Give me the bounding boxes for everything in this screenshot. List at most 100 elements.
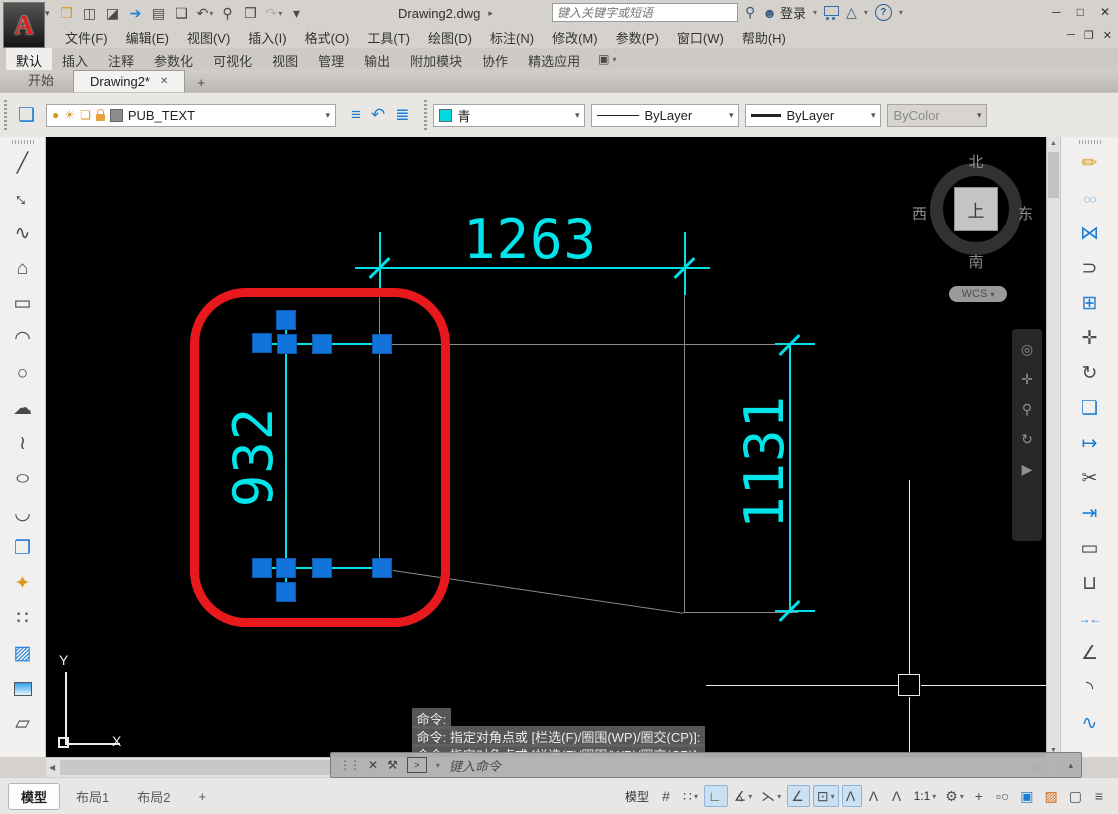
viewcube-west-label[interactable]: 西 [912, 203, 927, 224]
spline-tool[interactable]: ≀ [6, 426, 40, 461]
hatch-tool[interactable]: ▨ [6, 636, 40, 671]
search-icon[interactable]: ⚲ [745, 4, 755, 21]
command-customize-wrench-icon[interactable]: ⚒ [387, 758, 398, 772]
ribbon-display-options-button[interactable]: ▣ ▾ [590, 48, 624, 70]
mirror-tool[interactable]: ⋈ [1073, 216, 1107, 251]
lineweight-dropdown[interactable]: ByLayer ▾ [745, 104, 881, 127]
layer-properties-icon[interactable]: ≣ [395, 105, 409, 125]
menu-window[interactable]: 窗口(W) [668, 28, 733, 47]
menu-insert[interactable]: 插入(I) [239, 28, 295, 47]
viewcube-top-face[interactable]: 上 [954, 187, 998, 231]
hardware-acceleration-icon[interactable]: ▣ [1017, 785, 1038, 807]
tab-drawing2[interactable]: Drawing2* ✕ [73, 70, 185, 92]
layer-dropdown[interactable]: ● ☀ ❏ PUB_TEXT ▾ [46, 104, 336, 127]
maximize-button[interactable]: □ [1077, 5, 1084, 19]
fillet-tool[interactable]: ◝ [1073, 671, 1107, 706]
scale-tool[interactable]: ❏ [1073, 391, 1107, 426]
grip[interactable] [372, 558, 392, 578]
join-tool[interactable]: →← [1073, 601, 1107, 636]
viewcube-east-label[interactable]: 东 [1018, 203, 1033, 224]
doc-restore-button[interactable]: ❐ [1084, 29, 1094, 42]
graphics-performance-icon[interactable]: ▨ [1042, 785, 1063, 807]
export-icon[interactable]: ➔ [127, 4, 145, 22]
ortho-icon[interactable]: ∟ [704, 785, 728, 807]
clean-screen-icon[interactable]: ▢ [1066, 785, 1087, 807]
linetype-dropdown[interactable]: ByLayer ▾ [591, 104, 739, 127]
sign-in-button[interactable]: ☻ 登录 [762, 3, 806, 22]
annotation-monitor-icon[interactable]: + [970, 785, 990, 807]
save-icon[interactable]: ◫ [81, 4, 99, 22]
undo-icon[interactable]: ↶▾ [196, 4, 214, 22]
break-at-point-tool[interactable]: ▭ [1073, 531, 1107, 566]
viewcube-north-label[interactable]: 北 [930, 151, 1022, 172]
trim-tool[interactable]: ✂ [1073, 461, 1107, 496]
help-icon[interactable]: ? [875, 4, 892, 21]
circle-tool[interactable]: ○ [6, 356, 40, 391]
revision-cloud-tool[interactable]: ☁ [6, 391, 40, 426]
sign-in-caret-icon[interactable]: ▾ [813, 8, 817, 17]
horizontal-scroll-thumb[interactable] [60, 760, 340, 775]
ribbon-tab-visualize[interactable]: 可视化 [203, 48, 262, 70]
create-block-tool[interactable]: ✦ [6, 566, 40, 601]
snap-icon[interactable]: ∷▾ [680, 785, 701, 807]
object-snap-tracking-icon[interactable]: ∠ [787, 785, 810, 807]
menu-dimension[interactable]: 标注(N) [481, 28, 543, 47]
model-space-label[interactable]: 模型 [622, 785, 654, 807]
help-caret-icon[interactable]: ▾ [899, 8, 903, 17]
grip[interactable] [276, 582, 296, 602]
application-menu-button[interactable]: A [3, 2, 45, 48]
customization-icon[interactable]: ≡ [1090, 785, 1110, 807]
auto-annotation-scale-icon[interactable]: Λ [865, 785, 885, 807]
tab-model[interactable]: 模型 [8, 783, 60, 810]
annotation-visibility-icon[interactable]: Λ [842, 785, 862, 807]
ribbon-tab-featured[interactable]: 精选应用 [518, 48, 590, 70]
polyline-tool[interactable]: ∿ [6, 216, 40, 251]
viewcube-south-label[interactable]: 南 [930, 251, 1022, 272]
vertical-scrollbar[interactable]: ▲ ▼ [1046, 137, 1060, 757]
toolbar-grip[interactable] [424, 100, 427, 130]
qat-customize-icon[interactable]: ▾ [288, 4, 306, 22]
command-line-window[interactable]: ⋮⋮ ✕ ⚒ > ▾ 键入命令 ▴ [330, 752, 1082, 778]
rotate-tool[interactable]: ↻ [1073, 356, 1107, 391]
tab-new-layout[interactable]: + [186, 786, 218, 807]
new-drawing-tab-button[interactable]: + [188, 73, 214, 92]
doc-minimize-button[interactable]: ─ [1067, 29, 1075, 42]
annotation-scale-value[interactable]: 1:1▾ [911, 785, 940, 807]
vertical-scroll-thumb[interactable] [1048, 152, 1059, 198]
grip[interactable] [372, 334, 392, 354]
command-window-grip[interactable]: ⋮⋮ [339, 758, 359, 772]
isometric-drafting-icon[interactable]: ⋋▾ [758, 785, 784, 807]
boundary-tool[interactable]: ▱ [6, 706, 40, 741]
zoom-icon[interactable]: ⚲ [1022, 401, 1032, 418]
object-snap-icon[interactable]: ⊡▾ [813, 785, 839, 807]
grip[interactable] [276, 310, 296, 330]
chamfer-tool[interactable]: ∠ [1073, 636, 1107, 671]
menu-modify[interactable]: 修改(M) [543, 28, 607, 47]
ribbon-tab-collaborate[interactable]: 协作 [472, 48, 518, 70]
orbit-icon[interactable]: ↻ [1021, 431, 1033, 448]
pan-icon[interactable]: ✛ [1021, 371, 1033, 388]
grip[interactable] [252, 558, 272, 578]
menu-draw[interactable]: 绘图(D) [419, 28, 481, 47]
annotation-scale-icon[interactable]: Λ [888, 785, 908, 807]
command-close-icon[interactable]: ✕ [368, 758, 378, 772]
search-input[interactable] [552, 3, 738, 22]
save-as-icon[interactable]: ◪ [104, 4, 122, 22]
command-recent-caret-icon[interactable]: ▾ [436, 761, 440, 770]
rectangle-tool[interactable]: ▭ [6, 286, 40, 321]
menu-file[interactable]: 文件(F) [56, 28, 117, 47]
menu-help[interactable]: 帮助(H) [733, 28, 795, 47]
scroll-left-icon[interactable]: ◀ [49, 763, 55, 772]
array-tool[interactable]: ⊞ [1073, 286, 1107, 321]
minimize-button[interactable]: ─ [1052, 5, 1061, 19]
polar-tracking-icon[interactable]: ∡▾ [731, 785, 756, 807]
isolate-objects-icon[interactable]: ▫○ [993, 785, 1014, 807]
grip[interactable] [312, 334, 332, 354]
new-sheet-icon[interactable]: ❑ [173, 4, 191, 22]
open-icon[interactable]: ❐ [58, 4, 76, 22]
toolbar-grip[interactable] [12, 140, 34, 144]
toolbar-grip[interactable] [1079, 140, 1101, 144]
command-collapse-icon[interactable]: ▴ [1068, 760, 1073, 771]
command-prompt-icon[interactable]: > [407, 757, 427, 773]
ellipse-tool[interactable]: ○ [6, 461, 40, 496]
